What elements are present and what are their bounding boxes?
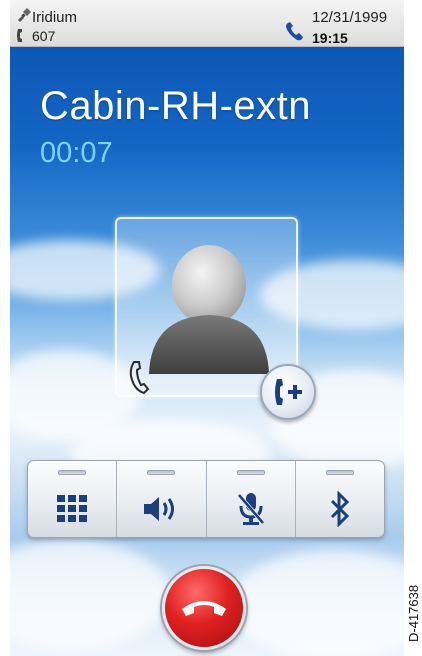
- keypad-icon: [57, 495, 88, 522]
- mute-indicator: [236, 470, 265, 475]
- add-call-icon: [275, 379, 302, 405]
- bluetooth-button[interactable]: [296, 461, 384, 537]
- call-duration: 00:07: [40, 137, 113, 169]
- status-date: 12/31/1999: [312, 9, 388, 26]
- figure-id: D-417638: [406, 584, 421, 642]
- satellite-icon: [18, 8, 31, 22]
- handset-icon: [17, 29, 22, 42]
- contact-name: Cabin-RH-extn: [40, 84, 312, 128]
- line-number: 607: [32, 28, 56, 44]
- bluetooth-icon: [330, 491, 349, 527]
- network-name: Iridium: [32, 9, 78, 26]
- speaker-indicator: [147, 470, 176, 475]
- phone-handset-icon: [129, 361, 150, 395]
- status-bar: Iridium 607 12/31/1999 19:15: [10, 0, 404, 47]
- status-time: 19:15: [312, 30, 348, 46]
- mute-button[interactable]: [207, 461, 296, 537]
- bluetooth-indicator: [325, 470, 354, 475]
- keypad-indicator: [58, 470, 87, 475]
- call-controls-bar: [27, 460, 385, 538]
- end-call-icon: [182, 601, 226, 616]
- speaker-button[interactable]: [117, 461, 207, 537]
- call-screen: Iridium 607 12/31/1999 19:15 Cabin-RH-ex…: [10, 0, 404, 656]
- keypad-button[interactable]: [28, 461, 118, 537]
- add-call-button[interactable]: [260, 364, 316, 420]
- speaker-icon: [144, 497, 175, 521]
- mute-mic-icon: [237, 493, 265, 525]
- active-call-icon: [286, 22, 303, 41]
- end-call-button[interactable]: [162, 566, 246, 650]
